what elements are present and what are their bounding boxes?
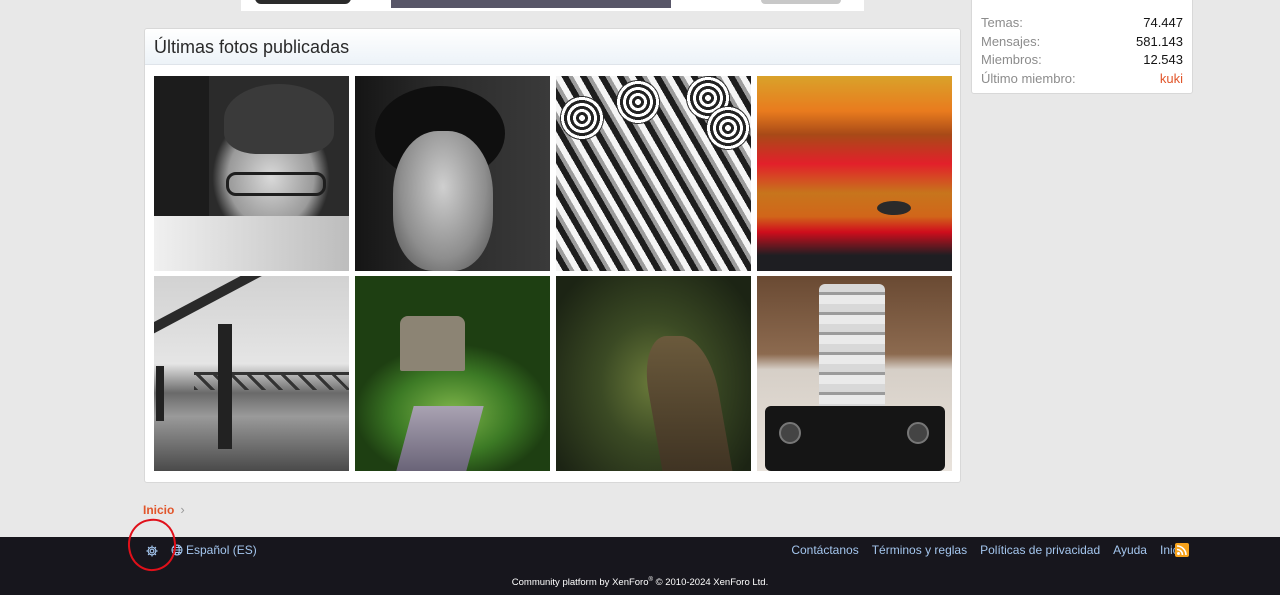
photo-fly-on-red[interactable] — [757, 76, 952, 271]
photo-bw-bridge[interactable] — [154, 276, 349, 471]
stat-row-latest-member: Último miembro: kuki — [981, 70, 1183, 89]
latest-photos-block: Últimas fotos publicadas — [144, 28, 961, 483]
photo-bw-man-glasses[interactable] — [154, 76, 349, 271]
photo-shape — [560, 96, 604, 140]
footer-link-terms[interactable]: Términos y reglas — [872, 543, 967, 557]
chevron-right-icon: › — [180, 502, 185, 517]
photo-shape — [638, 336, 734, 471]
photo-green-stream[interactable] — [355, 276, 550, 471]
photo-shape — [218, 324, 232, 449]
stat-label: Último miembro: — [981, 70, 1076, 86]
footer-link-contact[interactable]: Contáctanos — [791, 543, 858, 557]
photo-shape — [156, 366, 164, 421]
stat-label: Miembros: — [981, 52, 1042, 67]
footer-link-help[interactable]: Ayuda — [1113, 543, 1147, 557]
photo-camera-lens[interactable] — [757, 276, 952, 471]
banner-shape — [761, 0, 841, 4]
photo-shape — [819, 284, 885, 414]
rss-icon[interactable] — [1175, 543, 1189, 557]
language-label: Español (ES) — [186, 543, 257, 557]
latest-photos-title: Últimas fotos publicadas — [145, 29, 960, 65]
copyright-text: Community platform by XenForo® © 2010-20… — [0, 577, 1280, 588]
stat-value: 12.543 — [1143, 52, 1183, 67]
photo-shape — [706, 106, 750, 150]
photo-shape — [154, 276, 349, 338]
photo-bw-woman[interactable] — [355, 76, 550, 271]
photo-shape — [907, 422, 929, 444]
forum-stats: Temas: 74.447 Mensajes: 581.143 Miembros… — [971, 0, 1193, 94]
copyright-suffix: © 2010-2024 XenForo Ltd. — [652, 577, 769, 589]
photo-grid — [154, 76, 952, 471]
photo-shape — [393, 131, 493, 271]
stat-value: 581.143 — [1136, 33, 1183, 49]
photo-bw-festival[interactable] — [556, 76, 751, 271]
breadcrumb-home-link[interactable]: Inicio — [143, 503, 174, 517]
footer: Español (ES) Contáctanos Términos y regl… — [0, 537, 1280, 595]
copyright-prefix: Community platform by XenForo — [511, 577, 649, 589]
photo-shape — [779, 422, 801, 444]
photo-shape — [877, 201, 911, 215]
stat-value: 74.447 — [1143, 15, 1183, 30]
stat-row-messages: Mensajes: 581.143 — [981, 33, 1183, 52]
stat-label: Temas: — [981, 15, 1023, 30]
gear-icon[interactable] — [145, 544, 159, 558]
footer-link-privacy[interactable]: Políticas de privacidad — [980, 543, 1100, 557]
stat-row-topics: Temas: 74.447 — [981, 14, 1183, 33]
photo-forest-path[interactable] — [556, 276, 751, 471]
banner-shape — [255, 0, 351, 4]
top-banner-ad[interactable] — [241, 0, 864, 11]
photo-shape — [396, 406, 484, 471]
photo-shape — [616, 80, 660, 124]
language-chooser[interactable]: Español (ES) — [171, 543, 257, 557]
banner-shape — [391, 0, 671, 8]
photo-shape — [226, 172, 326, 196]
photo-shape — [400, 316, 465, 371]
stat-label: Mensajes: — [981, 33, 1041, 49]
photo-shape — [154, 76, 209, 271]
footer-nav: Contáctanos Términos y reglas Políticas … — [791, 543, 1188, 557]
stat-row-members: Miembros: 12.543 — [981, 51, 1183, 70]
globe-icon — [171, 544, 183, 556]
breadcrumb: Inicio › — [143, 502, 185, 517]
footer-links-bar: Español (ES) Contáctanos Términos y regl… — [0, 537, 1280, 564]
latest-member-link[interactable]: kuki — [1160, 70, 1183, 89]
